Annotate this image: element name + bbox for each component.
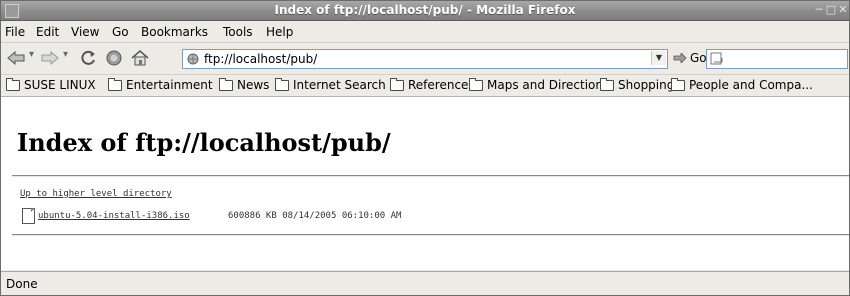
search-input[interactable] [706, 49, 848, 69]
reload-button[interactable] [77, 49, 99, 67]
status-bar: Done [1, 271, 849, 295]
bookmark-label: Shopping [618, 78, 675, 92]
bookmarks-toolbar: SUSE LINUX Entertainment News Internet S… [1, 75, 849, 97]
file-size: 600886 KB [228, 211, 277, 221]
bookmark-label: Entertainment [126, 78, 213, 92]
url-history-dropdown-icon[interactable]: ▼ [651, 51, 666, 65]
menu-bookmarks[interactable]: Bookmarks [141, 25, 208, 39]
folder-icon [6, 77, 20, 91]
folder-icon [275, 77, 289, 91]
file-icon[interactable] [22, 208, 35, 224]
search-engine-icon[interactable] [710, 52, 724, 66]
divider-top [12, 175, 849, 177]
back-arrow-icon [7, 51, 25, 65]
file-time: 06:10:00 AM [341, 211, 402, 221]
bookmark-entertainment[interactable]: Entertainment [108, 77, 213, 92]
page-content[interactable]: Index of ftp://localhost/pub/ Up to high… [1, 97, 849, 270]
bookmark-maps-and-directions[interactable]: Maps and Directions [469, 77, 610, 92]
bookmark-reference[interactable]: Reference [390, 77, 469, 92]
menu-file[interactable]: File [5, 25, 25, 39]
menu-help[interactable]: Help [266, 25, 293, 39]
file-details: 600886 KB 08/14/2005 06:10:00 AM [228, 211, 401, 221]
window-title: Index of ftp://localhost/pub/ - Mozilla … [274, 3, 576, 17]
forward-dropdown-icon[interactable]: ▾ [63, 49, 68, 60]
go-label: Go [690, 51, 707, 65]
menu-tools[interactable]: Tools [223, 25, 253, 39]
menu-view[interactable]: View [71, 25, 99, 39]
bookmark-shopping[interactable]: Shopping [600, 77, 675, 92]
forward-arrow-icon [41, 51, 59, 65]
divider-bottom [12, 234, 849, 236]
stop-button[interactable] [103, 49, 125, 67]
folder-icon [671, 77, 685, 91]
bookmark-label: Maps and Directions [487, 78, 610, 92]
bookmark-label: SUSE LINUX [24, 78, 96, 92]
bookmark-label: Reference [408, 78, 469, 92]
address-url[interactable]: ftp://localhost/pub/ [204, 52, 317, 66]
file-link[interactable]: ubuntu-5.04-install-i386.iso [38, 211, 190, 221]
back-dropdown-icon[interactable]: ▾ [29, 49, 34, 60]
browser-window: Index of ftp://localhost/pub/ - Mozilla … [0, 0, 850, 296]
stop-icon [106, 50, 122, 66]
folder-icon [390, 77, 404, 91]
menu-bar: File Edit View Go Bookmarks Tools Help [1, 21, 849, 43]
bookmark-label: People and Compa... [689, 78, 813, 92]
home-icon [131, 50, 149, 66]
go-arrow-icon [673, 53, 687, 63]
file-date: 08/14/2005 [282, 211, 337, 221]
bookmark-news[interactable]: News [219, 77, 270, 92]
go-button[interactable]: Go [673, 51, 707, 65]
reload-icon [81, 50, 95, 65]
close-icon[interactable]: ✕ [837, 4, 849, 16]
bookmark-people-and-companies[interactable]: People and Compa... [671, 77, 813, 92]
status-text: Done [6, 277, 38, 291]
back-button[interactable] [5, 49, 27, 67]
folder-icon [219, 77, 233, 91]
title-bar[interactable]: Index of ftp://localhost/pub/ - Mozilla … [1, 1, 849, 21]
bookmark-label: Internet Search [293, 78, 386, 92]
up-directory-link[interactable]: Up to higher level directory [20, 189, 172, 199]
address-bar[interactable]: ftp://localhost/pub/ ▼ [182, 49, 668, 69]
menu-go[interactable]: Go [112, 25, 129, 39]
bookmark-internet-search[interactable]: Internet Search [275, 77, 386, 92]
minimize-icon[interactable]: ─ [813, 4, 825, 16]
page-heading: Index of ftp://localhost/pub/ [17, 128, 391, 157]
folder-icon [600, 77, 614, 91]
bookmark-suse-linux[interactable]: SUSE LINUX [6, 77, 96, 92]
site-globe-icon [187, 53, 199, 65]
folder-icon [469, 77, 483, 91]
bookmark-label: News [237, 78, 270, 92]
navigation-toolbar: ▾ ▾ ftp://localhost/pub/ ▼ Go [1, 43, 849, 75]
menu-edit[interactable]: Edit [36, 25, 59, 39]
forward-button[interactable] [39, 49, 61, 67]
folder-icon [108, 77, 122, 91]
maximize-icon[interactable]: □ [825, 4, 837, 16]
home-button[interactable] [129, 49, 151, 67]
